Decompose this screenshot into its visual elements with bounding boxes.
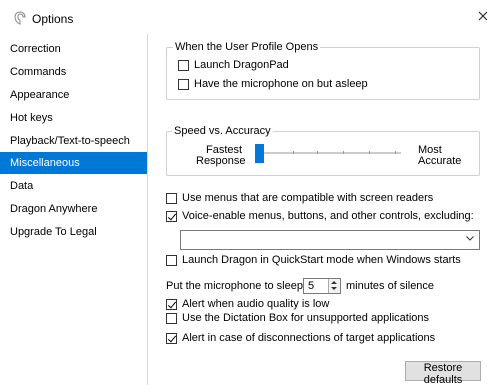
voice-enable-label: Voice-enable menus, buttons, and other c…: [182, 210, 474, 222]
slider-tick: [293, 151, 294, 154]
quickstart-label: Launch Dragon in QuickStart mode when Wi…: [182, 254, 461, 266]
sidebar-item-data[interactable]: Data: [0, 175, 147, 197]
profile-open-group-title: When the User Profile Opens: [173, 41, 321, 53]
quickstart-checkbox[interactable]: Launch Dragon in QuickStart mode when Wi…: [166, 253, 461, 267]
alert-audio-checkbox[interactable]: Alert when audio quality is low: [166, 297, 329, 311]
launch-dragonpad-checkbox[interactable]: Launch DragonPad: [178, 58, 289, 72]
launch-dragonpad-label: Launch DragonPad: [194, 59, 289, 71]
slider-tick: [369, 151, 370, 154]
launch-dragonpad-box[interactable]: [178, 59, 189, 71]
sleep-minutes-value[interactable]: 5: [308, 280, 314, 292]
slider-tick: [317, 151, 318, 154]
sidebar-item-correction[interactable]: Correction: [0, 38, 147, 60]
voice-enable-box[interactable]: [166, 210, 177, 222]
sidebar-item-dragon-anywhere[interactable]: Dragon Anywhere: [0, 198, 147, 220]
screen-readers-label: Use menus that are compatible with scree…: [182, 192, 434, 204]
chevron-down-icon: [466, 236, 474, 241]
slider-tick: [395, 151, 396, 154]
alert-disconnect-box[interactable]: [166, 332, 177, 344]
dragon-app-icon: [14, 11, 26, 25]
alert-audio-box[interactable]: [166, 298, 177, 310]
options-sidebar: Correction Commands Appearance Hot keys …: [0, 34, 148, 385]
quickstart-box[interactable]: [166, 254, 177, 266]
mic-asleep-checkbox[interactable]: Have the microphone on but asleep: [178, 77, 368, 91]
dictation-box-checkbox[interactable]: Use the Dictation Box for unsupported ap…: [166, 311, 429, 325]
window-title: Options: [32, 12, 74, 26]
stepper-buttons[interactable]: [328, 279, 340, 293]
sidebar-item-playback[interactable]: Playback/Text-to-speech: [0, 130, 147, 152]
restore-defaults-button[interactable]: Restore defaults: [405, 361, 481, 385]
slider-thumb[interactable]: [255, 144, 264, 163]
sleep-minutes-stepper[interactable]: 5: [303, 278, 341, 294]
sidebar-item-miscellaneous[interactable]: Miscellaneous: [0, 152, 147, 174]
close-icon[interactable]: [478, 6, 487, 26]
sidebar-item-upgrade-to-legal[interactable]: Upgrade To Legal: [0, 221, 147, 243]
slider-track: [255, 151, 401, 154]
speed-accuracy-slider[interactable]: [255, 142, 405, 166]
mic-asleep-box[interactable]: [178, 78, 189, 90]
dictation-box-box[interactable]: [166, 312, 177, 324]
exclusion-dropdown[interactable]: [180, 230, 480, 250]
sleep-suffix-text: minutes of silence: [346, 280, 435, 292]
speed-accuracy-group-title: Speed vs. Accuracy: [172, 125, 273, 137]
alert-audio-label: Alert when audio quality is low: [182, 298, 330, 310]
sidebar-item-commands[interactable]: Commands: [0, 61, 147, 83]
dictation-box-label: Use the Dictation Box for unsupported ap…: [182, 312, 430, 324]
mic-asleep-label: Have the microphone on but asleep: [194, 78, 368, 90]
slider-tick: [343, 151, 344, 154]
screen-readers-box[interactable]: [166, 192, 177, 204]
screen-readers-checkbox[interactable]: Use menus that are compatible with scree…: [166, 191, 433, 205]
alert-disconnect-checkbox[interactable]: Alert in case of disconnections of targe…: [166, 331, 435, 345]
profile-open-group: [166, 47, 480, 100]
stepper-down-icon[interactable]: [331, 287, 337, 290]
stepper-up-icon[interactable]: [331, 281, 337, 284]
title-bar: Options: [0, 0, 487, 34]
accurate-label: Accurate: [418, 155, 462, 167]
response-label: Response: [196, 155, 246, 167]
sidebar-item-hot-keys[interactable]: Hot keys: [0, 107, 147, 129]
alert-disconnect-label: Alert in case of disconnections of targe…: [182, 332, 436, 344]
voice-enable-checkbox[interactable]: Voice-enable menus, buttons, and other c…: [166, 209, 474, 223]
sidebar-item-appearance[interactable]: Appearance: [0, 84, 147, 106]
